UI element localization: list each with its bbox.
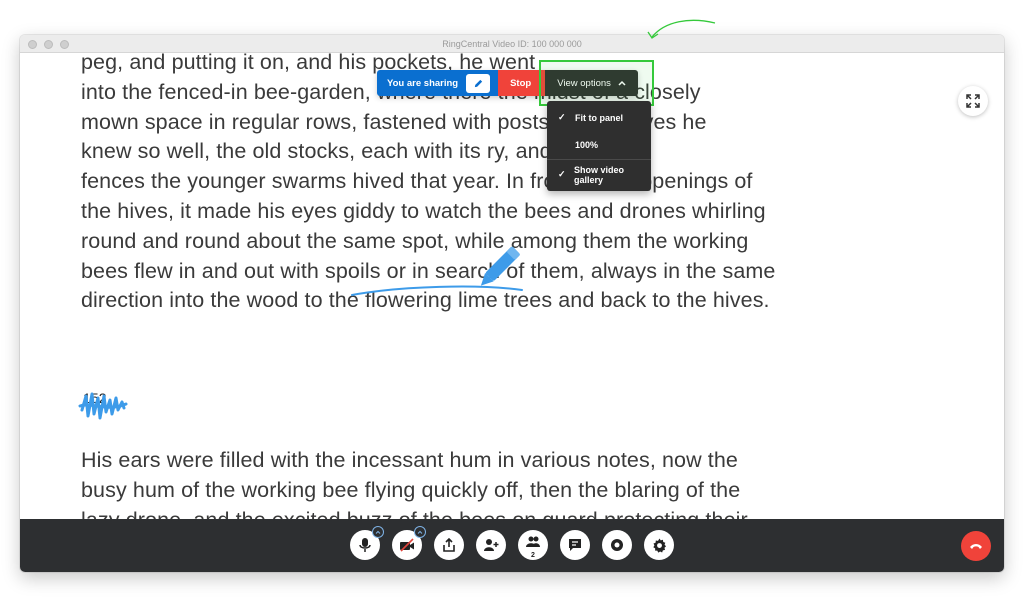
- text-line: knew so well, the old stocks, each with …: [81, 139, 648, 164]
- shared-document: peg, and putting it on, and his pockets,…: [81, 53, 961, 519]
- toolbar-buttons: 2: [350, 526, 674, 560]
- shared-screen-area: peg, and putting it on, and his pockets,…: [20, 53, 1004, 519]
- sharing-indicator: You are sharing: [377, 70, 499, 96]
- video-button[interactable]: [392, 526, 426, 560]
- meeting-toolbar: 2: [20, 519, 1004, 572]
- view-options-button[interactable]: View options: [545, 70, 638, 96]
- microphone-icon: [359, 538, 371, 552]
- close-window-button[interactable]: [28, 40, 37, 49]
- checkmark-icon: ✓: [558, 169, 566, 179]
- title-bar: RingCentral Video ID: 100 000 000: [20, 35, 1004, 53]
- mute-button[interactable]: [350, 526, 384, 560]
- record-icon: [611, 539, 623, 551]
- view-options-label: View options: [557, 77, 611, 89]
- invite-button[interactable]: [476, 530, 506, 560]
- annotation-scribble: [78, 392, 128, 420]
- minimize-window-button[interactable]: [44, 40, 53, 49]
- window-controls: [28, 40, 69, 49]
- chevron-up-icon: [375, 530, 381, 534]
- fullscreen-button[interactable]: [958, 86, 988, 116]
- paragraph-2: His ears were filled with the incessant …: [81, 446, 961, 519]
- text-line: round and round about the same spot, whi…: [81, 228, 749, 253]
- chat-button[interactable]: [560, 530, 590, 560]
- menu-item-fit-to-panel[interactable]: ✓ Fit to panel: [547, 104, 651, 131]
- expand-icon: [966, 94, 980, 108]
- pencil-icon: [474, 79, 482, 87]
- chevron-up-icon: [618, 80, 626, 86]
- text-line: fences the younger swarms hived that yea…: [81, 169, 753, 194]
- hang-up-icon: [970, 544, 982, 549]
- menu-item-100-percent[interactable]: 100%: [547, 131, 651, 158]
- menu-divider: [547, 159, 651, 160]
- sharing-control-bar: You are sharing Stop View options: [377, 70, 638, 96]
- participants-icon: [526, 536, 540, 547]
- text-line: mown space in regular rows, fastened wit…: [81, 109, 707, 134]
- menu-item-label: Show video gallery: [574, 164, 625, 185]
- text-line: lazy drone, and the excited buzz of the …: [81, 506, 961, 519]
- sharing-label: You are sharing: [387, 77, 459, 89]
- menu-item-show-video-gallery[interactable]: ✓ Show video gallery: [547, 161, 651, 188]
- chat-icon: [569, 539, 581, 551]
- window-title: RingCentral Video ID: 100 000 000: [442, 38, 582, 49]
- chevron-up-icon: [417, 530, 423, 534]
- video-off-icon: [400, 538, 414, 552]
- add-user-icon: [484, 539, 499, 551]
- page-number: 152: [81, 376, 961, 406]
- stop-sharing-button[interactable]: Stop: [498, 70, 546, 96]
- video-options-toggle[interactable]: [414, 526, 426, 538]
- text-line: bees flew in and out with spoils or in s…: [81, 258, 776, 283]
- record-button[interactable]: [602, 530, 632, 560]
- settings-button[interactable]: [644, 530, 674, 560]
- view-options-menu: ✓ Fit to panel 100% ✓ Show video gallery: [547, 101, 651, 191]
- share-screen-button[interactable]: [434, 530, 464, 560]
- text-line: direction into the wood to the flowering…: [81, 288, 770, 313]
- gear-icon: [652, 537, 666, 553]
- text-line: the hives, it made his eyes giddy to wat…: [81, 198, 766, 223]
- share-icon: [443, 538, 455, 552]
- audio-options-toggle[interactable]: [372, 526, 384, 538]
- app-window: RingCentral Video ID: 100 000 000 peg, a…: [20, 35, 1004, 572]
- menu-item-label: 100%: [575, 139, 599, 150]
- text-line: busy hum of the working bee flying quick…: [81, 477, 741, 502]
- end-call-button[interactable]: [961, 531, 991, 561]
- text-line: His ears were filled with the incessant …: [81, 448, 738, 473]
- participants-button[interactable]: 2: [518, 530, 548, 560]
- zoom-window-button[interactable]: [60, 40, 69, 49]
- menu-item-label: Fit to panel: [575, 112, 623, 123]
- participants-count: 2: [531, 552, 535, 559]
- checkmark-icon: ✓: [558, 112, 566, 122]
- annotate-button[interactable]: [466, 73, 491, 93]
